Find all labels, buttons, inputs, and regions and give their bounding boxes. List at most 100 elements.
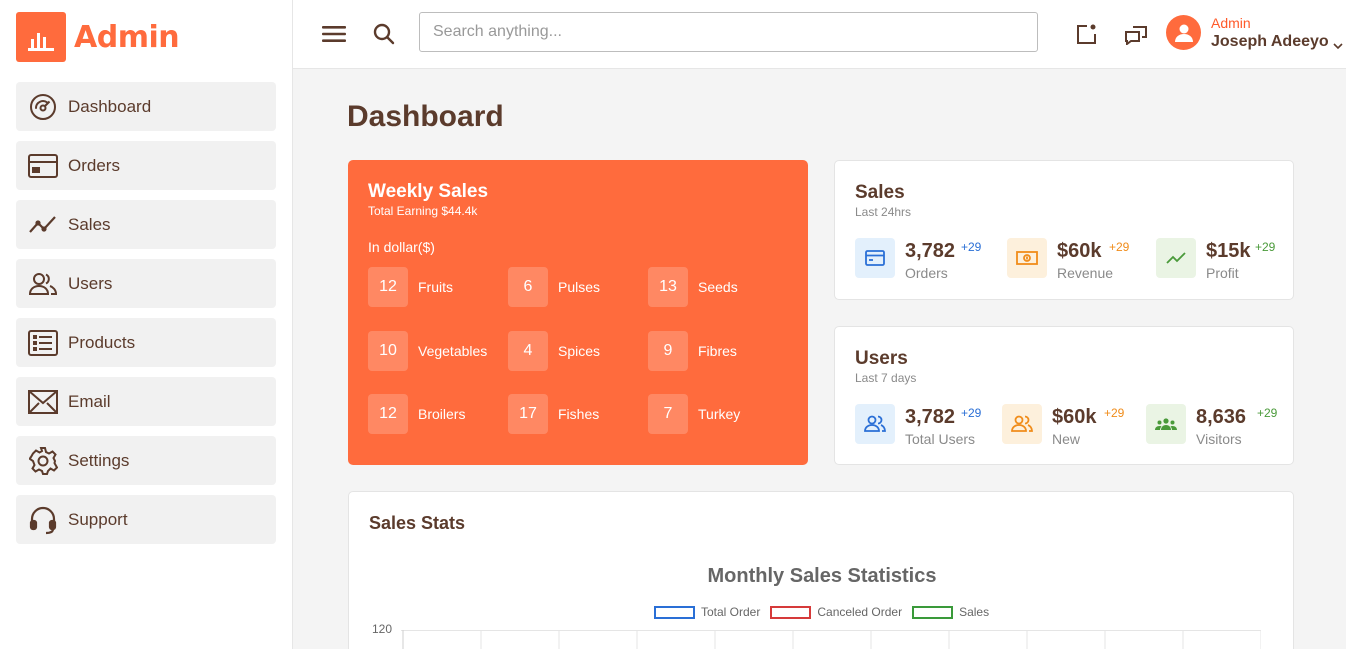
sidebar-item-email[interactable]: Email [16,377,276,426]
category-count: 7 [648,394,688,434]
category-name: Vegetables [418,343,488,359]
category-item[interactable]: 10 Vegetables [368,331,487,371]
sidebar-item-label: Email [68,391,111,411]
stat-value: 3,782 [905,406,956,428]
legend-swatch [912,605,954,619]
card-icon [855,238,895,278]
users-card: Users Last 7 days 3,782 +29 Total Users … [834,326,1294,465]
chart-title: Monthly Sales Statistics [707,565,937,587]
category-count: 6 [508,267,548,307]
category-name: Broilers [418,406,466,422]
legend-label: Total Order [701,605,761,619]
legend-item-canceled-order[interactable]: Canceled Order [770,605,902,619]
sales-card-title: Sales [855,182,905,203]
chevron-down-icon[interactable] [1333,37,1343,55]
stat-value: 3,782 [905,240,956,262]
category-item[interactable]: 12 Fruits [368,267,453,307]
category-name: Fibres [698,343,737,359]
cash-icon [1007,238,1047,278]
legend-item-total-order[interactable]: Total Order [654,605,760,619]
y-axis-tick-label: 120 [372,622,393,636]
category-count: 10 [368,331,408,371]
top-header: Admin Joseph Adeeyo [293,0,1346,69]
brand-name: Admin [74,19,180,55]
sales-card: Sales Last 24hrs 3,782 +29 Orders $60k +… [834,160,1294,300]
envelope-icon [27,386,59,418]
chart-grid [401,630,1261,649]
sidebar-item-settings[interactable]: Settings [16,436,276,485]
stat-label: Revenue [1057,265,1114,281]
notification-icon[interactable] [1072,20,1100,48]
category-name: Turkey [698,406,741,422]
category-item[interactable]: 7 Turkey [648,394,740,434]
stat-value: $60k [1052,406,1097,428]
category-item[interactable]: 9 Fibres [648,331,737,371]
user-role: Admin [1211,15,1251,31]
category-count: 13 [648,267,688,307]
sidebar: Admin Dashboard Orders Sales Users Produ… [0,0,293,649]
category-item[interactable]: 12 Broilers [368,394,465,434]
stat-label: Orders [905,265,948,281]
weekly-sales-title: Weekly Sales [368,181,489,202]
avatar[interactable] [1166,15,1201,50]
chart-legend: Total Order Canceled Order Sales [654,605,999,619]
sidebar-item-dashboard[interactable]: Dashboard [16,82,276,131]
credit-card-icon [27,150,59,182]
sidebar-item-label: Support [68,509,128,529]
list-icon [27,327,59,359]
sidebar-nav: Dashboard Orders Sales Users Products Em… [16,82,276,554]
stat-delta: +29 [961,240,982,254]
stat-value: $15k [1206,240,1251,262]
bar-chart-logo-icon [16,12,66,62]
category-name: Seeds [698,279,738,295]
search-input[interactable] [419,12,1038,52]
search-icon[interactable] [370,20,398,48]
weekly-sales-card: Weekly Sales Total Earning $44.4k In dol… [348,160,808,465]
headset-icon [27,504,59,536]
dashboard-gauge-icon [27,91,59,123]
category-item[interactable]: 17 Fishes [508,394,599,434]
category-item[interactable]: 13 Seeds [648,267,738,307]
sidebar-item-label: Settings [68,450,130,470]
category-item[interactable]: 4 Spices [508,331,600,371]
stat-value: 8,636 [1196,406,1247,428]
stat-label: New [1052,431,1081,447]
users-icon [1002,404,1042,444]
legend-label: Sales [959,605,990,619]
users-card-title: Users [855,348,908,369]
gear-icon [27,445,59,477]
category-count: 9 [648,331,688,371]
sidebar-item-label: Users [68,273,113,293]
messages-icon[interactable] [1122,20,1150,48]
stat-label: Total Users [905,431,976,447]
sales-card-subtitle: Last 24hrs [855,205,912,219]
users-icon [855,404,895,444]
sidebar-item-products[interactable]: Products [16,318,276,367]
category-count: 12 [368,394,408,434]
category-count: 12 [368,267,408,307]
brand[interactable]: Admin [16,12,180,62]
sidebar-item-label: Orders [68,155,120,175]
trend-line-icon [27,209,59,241]
stat-label: Visitors [1196,431,1242,447]
hamburger-menu-icon[interactable] [320,20,348,48]
user-name[interactable]: Joseph Adeeyo [1211,33,1329,51]
category-count: 17 [508,394,548,434]
sidebar-item-users[interactable]: Users [16,259,276,308]
sidebar-item-sales[interactable]: Sales [16,200,276,249]
legend-label: Canceled Order [817,605,903,619]
trend-icon [1156,238,1196,278]
category-item[interactable]: 6 Pulses [508,267,600,307]
stat-delta: +29 [1104,406,1125,420]
sidebar-item-label: Dashboard [68,96,152,116]
weekly-sales-subtitle: Total Earning $44.4k [368,204,478,218]
stat-label: Profit [1206,265,1239,281]
sidebar-item-support[interactable]: Support [16,495,276,544]
category-name: Spices [558,343,601,359]
stat-delta: +29 [1255,240,1276,254]
sidebar-item-orders[interactable]: Orders [16,141,276,190]
sidebar-item-label: Products [68,332,136,352]
page-title: Dashboard [347,100,504,133]
users-card-subtitle: Last 7 days [855,371,917,385]
legend-item-sales[interactable]: Sales [912,605,989,619]
